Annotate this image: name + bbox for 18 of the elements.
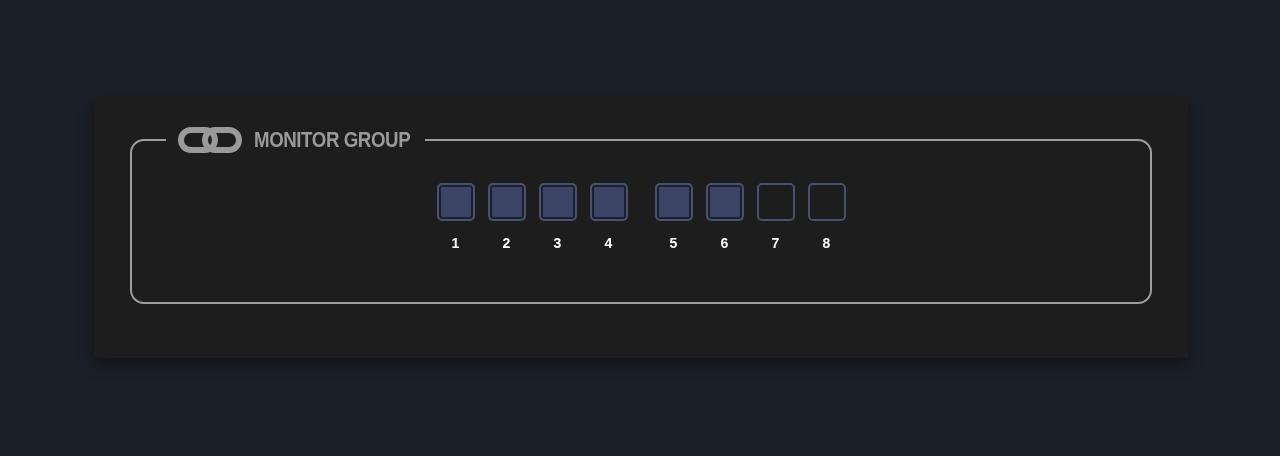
channel-checkbox[interactable] xyxy=(487,183,526,221)
channel-checkbox[interactable] xyxy=(538,183,577,221)
channel-checkbox[interactable] xyxy=(436,183,475,221)
group-title: MONITOR GROUP xyxy=(254,127,411,153)
channel-checkbox[interactable] xyxy=(756,183,795,221)
channel-number: 6 xyxy=(720,235,729,251)
channel-number: 1 xyxy=(451,235,460,251)
channel-number: 4 xyxy=(604,235,613,251)
channel-number: 5 xyxy=(669,235,678,251)
channel-number: 3 xyxy=(553,235,562,251)
channel-number: 8 xyxy=(822,235,831,251)
channel-checkbox[interactable] xyxy=(705,183,744,221)
link-icon xyxy=(178,127,242,153)
channel-checkbox[interactable] xyxy=(654,183,693,221)
channel-checkbox[interactable] xyxy=(589,183,628,221)
channel-checkbox[interactable] xyxy=(807,183,846,221)
channel-number: 7 xyxy=(771,235,780,251)
channel-number: 2 xyxy=(502,235,511,251)
